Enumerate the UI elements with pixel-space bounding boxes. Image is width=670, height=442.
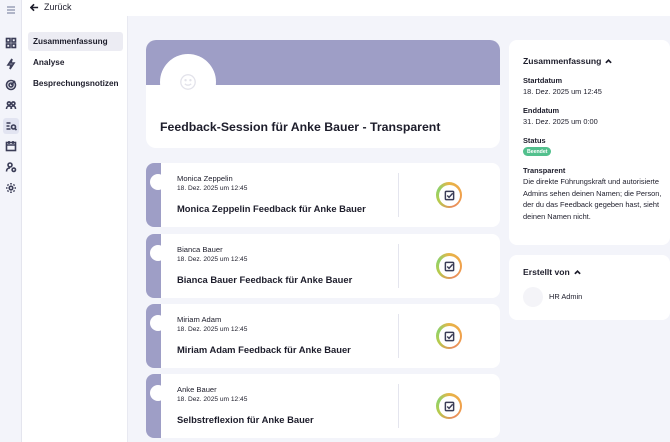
divider [398, 384, 399, 428]
chevron-up-icon [605, 58, 613, 63]
subnav-item-besprechungsnotizen[interactable]: Besprechungsnotizen [28, 74, 123, 93]
status-badge: Beendet [523, 147, 552, 156]
feedback-title: Miriam Adam Feedback für Anke Bauer [177, 344, 351, 355]
icon-rail [0, 0, 22, 442]
feedback-person: Monica Zeppelin [177, 174, 233, 183]
end-date-label: Enddatum [523, 106, 560, 115]
creator-panel: Erstellt von HR Admin [509, 255, 670, 320]
feedback-date: 18. Dez. 2025 um 12:45 [177, 396, 248, 403]
start-date-label: Startdatum [523, 76, 563, 85]
user-gear-icon[interactable] [3, 159, 19, 175]
card-notch [150, 245, 166, 261]
chevron-up-icon [574, 269, 581, 274]
card-accent-stripe [146, 304, 161, 368]
status-label: Status [523, 136, 546, 145]
avatar [160, 54, 216, 110]
feedback-title: Monica Zeppelin Feedback für Anke Bauer [177, 203, 366, 214]
feedback-complete-icon [436, 253, 462, 279]
feedback-person: Anke Bauer [177, 385, 217, 394]
end-date-value: 31. Dez. 2025 um 0:00 [523, 117, 598, 126]
feedback-date: 18. Dez. 2025 um 12:45 [177, 185, 248, 192]
session-header-card: Feedback-Session für Anke Bauer - Transp… [146, 40, 500, 148]
feedback-complete-icon [436, 393, 462, 419]
settings-icon[interactable] [3, 180, 19, 196]
back-label: Zurück [44, 2, 72, 12]
lightning-icon[interactable] [3, 56, 19, 72]
summary-heading-label: Zusammenfassung [523, 56, 602, 66]
feedback-complete-icon [436, 182, 462, 208]
feedback-date: 18. Dez. 2025 um 12:45 [177, 326, 248, 333]
card-notch [150, 385, 166, 401]
divider [398, 314, 399, 358]
smiley-icon [180, 74, 196, 90]
menu-icon[interactable] [3, 2, 19, 18]
dashboard-icon[interactable] [3, 35, 19, 51]
feedback-list-icon[interactable] [3, 118, 19, 134]
feedback-complete-icon [436, 323, 462, 349]
feedback-date: 18. Dez. 2025 um 12:45 [177, 256, 248, 263]
feedback-card[interactable]: Anke Bauer 18. Dez. 2025 um 12:45 Selbst… [146, 374, 500, 438]
calendar-icon[interactable] [3, 138, 19, 154]
subnav-item-zusammenfassung[interactable]: Zusammenfassung [28, 32, 123, 51]
feedback-title: Bianca Bauer Feedback für Anke Bauer [177, 274, 353, 285]
back-button[interactable]: Zurück [30, 2, 72, 12]
transparency-text: Die direkte Führungskraft und autorisier… [523, 177, 662, 221]
creator-avatar [523, 287, 543, 307]
divider [398, 173, 399, 217]
page-title: Feedback-Session für Anke Bauer - Transp… [160, 120, 441, 134]
transparency-label: Transparent [523, 166, 566, 175]
summary-heading[interactable]: Zusammenfassung [523, 56, 613, 66]
subnav-item-analyse[interactable]: Analyse [28, 53, 123, 72]
sub-navigation: Zusammenfassung Analyse Besprechungsnoti… [22, 16, 128, 442]
feedback-card[interactable]: Bianca Bauer 18. Dez. 2025 um 12:45 Bian… [146, 234, 500, 298]
feedback-person: Bianca Bauer [177, 245, 223, 254]
creator-heading-label: Erstellt von [523, 267, 570, 277]
card-notch [150, 315, 166, 331]
top-bar [22, 0, 670, 16]
feedback-card[interactable]: Monica Zeppelin 18. Dez. 2025 um 12:45 M… [146, 163, 500, 227]
feedback-person: Miriam Adam [177, 315, 222, 324]
card-accent-stripe [146, 234, 161, 298]
summary-panel: Zusammenfassung Startdatum 18. Dez. 2025… [509, 40, 670, 245]
feedback-card[interactable]: Miriam Adam 18. Dez. 2025 um 12:45 Miria… [146, 304, 500, 368]
start-date-value: 18. Dez. 2025 um 12:45 [523, 87, 602, 96]
creator-name: HR Admin [549, 292, 583, 301]
creator-heading[interactable]: Erstellt von [523, 267, 581, 277]
target-icon[interactable] [3, 77, 19, 93]
card-notch [150, 174, 166, 190]
feedback-title: Selbstreflexion für Anke Bauer [177, 414, 314, 425]
arrow-left-icon [30, 3, 39, 11]
divider [398, 244, 399, 288]
card-accent-stripe [146, 374, 161, 438]
people-icon[interactable] [3, 97, 19, 113]
card-accent-stripe [146, 163, 161, 227]
